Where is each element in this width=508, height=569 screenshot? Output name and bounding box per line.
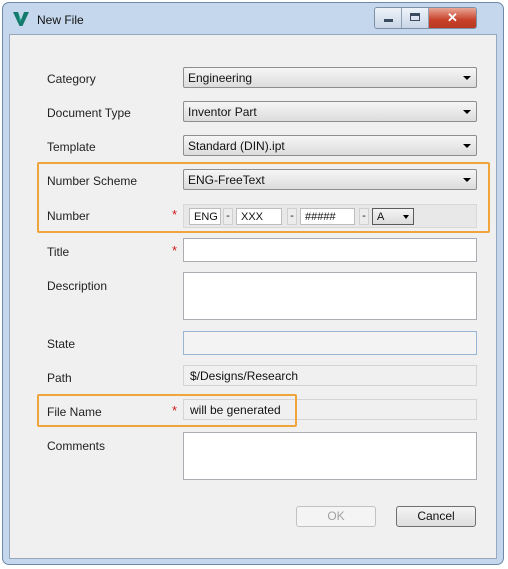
- description-label: Description: [47, 279, 108, 293]
- vault-v-icon: [13, 12, 29, 26]
- category-label: Category: [47, 72, 96, 86]
- ok-button[interactable]: OK: [296, 506, 376, 527]
- path-label: Path: [47, 371, 72, 385]
- title-input[interactable]: [183, 238, 477, 262]
- document-type-dropdown[interactable]: Inventor Part: [183, 101, 477, 122]
- close-button[interactable]: ✕: [429, 8, 476, 28]
- document-type-value: Inventor Part: [188, 105, 257, 119]
- maximize-icon: [410, 13, 420, 21]
- state-label: State: [47, 337, 76, 351]
- chevron-down-icon: [463, 110, 471, 114]
- state-field: [183, 331, 477, 355]
- window-controls: ✕: [374, 7, 477, 29]
- window-title: New File: [37, 13, 84, 27]
- category-value: Engineering: [188, 71, 253, 85]
- template-dropdown[interactable]: Standard (DIN).ipt: [183, 135, 477, 156]
- close-icon: ✕: [447, 10, 458, 25]
- title-bar[interactable]: New File ✕: [3, 3, 503, 35]
- minimize-button[interactable]: [375, 8, 402, 28]
- chevron-down-icon: [463, 76, 471, 80]
- document-type-label: Document Type: [47, 106, 131, 120]
- template-value: Standard (DIN).ipt: [188, 139, 285, 153]
- minimize-icon: [384, 19, 393, 22]
- title-label: Title: [47, 245, 70, 259]
- description-input[interactable]: [183, 272, 477, 320]
- cancel-button[interactable]: Cancel: [396, 506, 476, 527]
- template-label: Template: [47, 140, 96, 154]
- path-value: $/Designs/Research: [190, 369, 299, 383]
- number-highlight-box: [37, 162, 490, 233]
- comments-input[interactable]: [183, 432, 477, 480]
- path-field: $/Designs/Research: [183, 365, 477, 386]
- category-dropdown[interactable]: Engineering: [183, 67, 477, 88]
- dialog-body: Category Engineering Document Type Inven…: [9, 34, 497, 559]
- chevron-down-icon: [463, 144, 471, 148]
- maximize-button[interactable]: [402, 8, 429, 28]
- dialog-window: New File ✕ Category Engineering Document…: [2, 2, 504, 565]
- file-name-highlight-box: [37, 394, 297, 427]
- comments-label: Comments: [47, 439, 106, 453]
- title-required-marker: *: [172, 243, 178, 258]
